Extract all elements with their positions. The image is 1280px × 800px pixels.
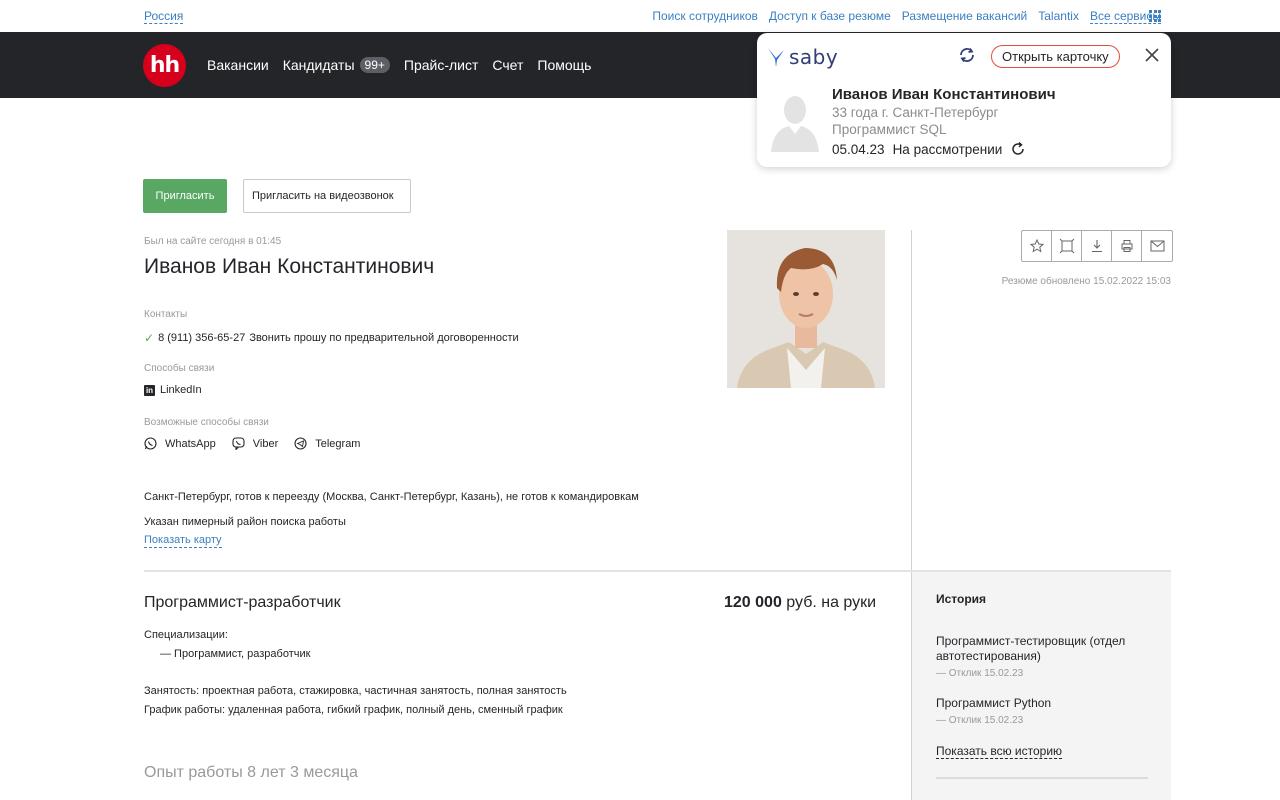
saby-age-city: 33 года г. Санкт-Петербург xyxy=(832,105,999,120)
possible-channels-label: Возможные способы связи xyxy=(144,417,269,428)
specialization-item: — Программист, разработчик xyxy=(160,648,311,660)
area-note: Указан пимерный район поиска работы xyxy=(144,516,346,528)
resume-action-toolbar xyxy=(1021,230,1173,262)
history-panel: История Программист-тестировщик (отдел а… xyxy=(911,572,1171,800)
history-item-title[interactable]: Программист-тестировщик (отдел автотести… xyxy=(936,634,1156,664)
hh-logo[interactable]: hh xyxy=(143,44,186,87)
saby-brand-text: saby xyxy=(789,45,839,69)
top-links: Поиск сотрудников Доступ к базе резюме Р… xyxy=(652,9,1161,24)
telegram-icon xyxy=(294,437,307,450)
linkedin-link[interactable]: LinkedIn xyxy=(160,384,202,396)
whatsapp-label: WhatsApp xyxy=(165,437,216,450)
viber-icon xyxy=(232,437,245,450)
saby-date: 05.04.23 xyxy=(832,141,885,157)
printer-icon xyxy=(1121,240,1132,252)
top-bar: Россия Поиск сотрудников Доступ к базе р… xyxy=(0,0,1280,32)
phone-row: ✓ 8 (911) 356-65-27 Звонить прошу по пре… xyxy=(144,331,519,345)
viber-item[interactable]: Viber xyxy=(232,437,278,450)
saby-status: На рассмотрении xyxy=(892,141,1003,157)
services-grid-icon[interactable] xyxy=(1149,10,1161,22)
envelope-icon xyxy=(1150,240,1164,252)
linkedin-icon: in xyxy=(144,384,155,396)
star-icon xyxy=(1029,239,1044,253)
experience-heading: Опыт работы 8 лет 3 месяца xyxy=(144,764,358,781)
open-card-button[interactable]: Открыть карточку xyxy=(991,45,1120,68)
specializations-label: Специализации: xyxy=(144,629,228,641)
salary: 120 000 руб. на руки xyxy=(724,594,876,612)
candidates-count-badge: 99+ xyxy=(359,57,390,73)
nav-vacancies[interactable]: Вакансии xyxy=(207,57,269,73)
avatar-placeholder-icon xyxy=(771,96,819,152)
phone-number[interactable]: 8 (911) 356-65-27 xyxy=(158,332,245,344)
nav-price-list[interactable]: Прайс-лист xyxy=(404,57,479,73)
top-link-resume-db[interactable]: Доступ к базе резюме xyxy=(769,9,891,24)
saby-candidate-name: Иванов Иван Константинович xyxy=(832,86,1056,103)
sync-icon[interactable] xyxy=(958,46,976,64)
position-title: Программист-разработчик xyxy=(144,594,341,611)
verified-check-icon: ✓ xyxy=(144,331,155,345)
top-link-talantix[interactable]: Talantix xyxy=(1038,9,1079,24)
candidate-photo xyxy=(727,230,885,388)
candidate-name: Иванов Иван Константинович xyxy=(144,255,435,278)
close-icon[interactable] xyxy=(1144,47,1160,63)
viber-label: Viber xyxy=(252,437,279,450)
history-divider xyxy=(936,777,1148,779)
main-nav: Вакансии Кандидаты 99+ Прайс-лист Счет П… xyxy=(207,57,591,73)
show-all-history-link[interactable]: Показать всю историю xyxy=(936,744,1063,759)
invite-video-call-button[interactable]: Пригласить на видеозвонок xyxy=(243,179,411,213)
history-title: История xyxy=(936,592,987,606)
saby-position: Программист SQL xyxy=(832,122,947,137)
resume-updated-date: Резюме обновлено 15.02.2022 15:03 xyxy=(1001,276,1171,287)
messengers-row: WhatsApp Viber Telegram xyxy=(144,437,376,450)
history-item-title[interactable]: Программист Python xyxy=(936,696,1156,711)
compare-button[interactable] xyxy=(1052,231,1082,261)
nav-candidates[interactable]: Кандидаты xyxy=(283,57,355,73)
saby-status-row: 05.04.23 На рассмотрении xyxy=(832,141,1026,157)
region-selector[interactable]: Россия xyxy=(144,9,184,24)
last-seen: Был на сайте сегодня в 01:45 xyxy=(144,236,282,247)
history-item-sub: — Отклик 15.02.23 xyxy=(936,715,1024,726)
telegram-label: Telegram xyxy=(315,437,361,450)
contacts-label: Контакты xyxy=(144,309,188,320)
whatsapp-icon xyxy=(144,437,157,450)
top-link-search-staff[interactable]: Поиск сотрудников xyxy=(652,9,758,24)
telegram-item[interactable]: Telegram xyxy=(294,437,360,450)
location-text: Санкт-Петербург, готов к переезду (Москв… xyxy=(144,491,639,503)
salary-amount: 120 000 xyxy=(724,594,782,611)
schedule-text: График работы: удаленная работа, гибкий … xyxy=(144,704,563,716)
email-button[interactable] xyxy=(1142,231,1172,261)
column-divider xyxy=(911,230,912,570)
phone-note: Звонить прошу по предварительной договор… xyxy=(249,332,519,344)
channels-label: Способы связи xyxy=(144,363,215,374)
employment-text: Занятость: проектная работа, стажировка,… xyxy=(144,685,567,697)
frame-icon xyxy=(1059,238,1074,254)
download-icon xyxy=(1091,240,1102,253)
status-refresh-icon[interactable] xyxy=(1010,141,1026,157)
saby-bird-icon xyxy=(768,48,784,67)
nav-invoice[interactable]: Счет xyxy=(492,57,523,73)
invite-button[interactable]: Пригласить xyxy=(143,179,227,213)
show-map-link[interactable]: Показать карту xyxy=(144,534,222,548)
salary-suffix: руб. на руки xyxy=(786,594,877,611)
saby-popup: saby Открыть карточку Иванов Иван Конста… xyxy=(757,33,1171,167)
linkedin-row[interactable]: in LinkedIn xyxy=(144,384,202,396)
nav-help[interactable]: Помощь xyxy=(537,57,591,73)
history-item-sub: — Отклик 15.02.23 xyxy=(936,668,1024,679)
saby-logo: saby xyxy=(767,45,838,69)
favorite-button[interactable] xyxy=(1022,231,1052,261)
top-link-post-vacancies[interactable]: Размещение вакансий xyxy=(902,9,1027,24)
print-button[interactable] xyxy=(1112,231,1142,261)
download-button[interactable] xyxy=(1082,231,1112,261)
whatsapp-item[interactable]: WhatsApp xyxy=(144,437,216,450)
